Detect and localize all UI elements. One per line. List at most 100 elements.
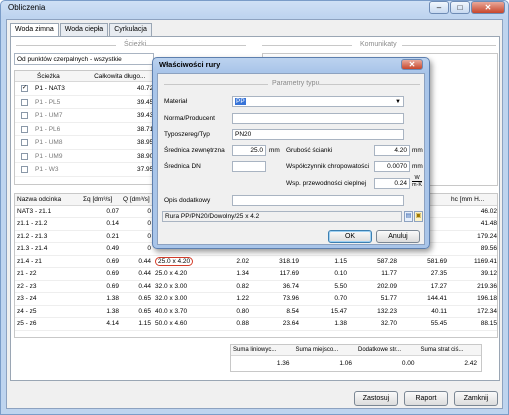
report-button[interactable]: Raport — [404, 391, 448, 406]
catalog-icon[interactable]: ▤ — [404, 211, 413, 222]
path-name: P1 - NAT3 — [35, 85, 65, 92]
segment-cell: 0.65 — [121, 292, 153, 306]
segment-row[interactable]: z5 - z6 4.14 1.15 50.0 x 4.60 0.88 23.64 1.38 3… — [15, 317, 497, 331]
path-row[interactable]: P1 - PL5 39.45 — [15, 96, 154, 109]
paths-filter-dropdown[interactable]: Od punktów czerpalnych - wszystkie — [14, 53, 154, 65]
path-length: 38.90 — [137, 152, 154, 160]
path-length: 39.45 — [137, 98, 154, 106]
dialog-close-button[interactable]: ✕ — [401, 59, 423, 70]
path-length: 40.72 — [137, 85, 154, 92]
thermal-conductivity-unit: W m·K — [412, 175, 423, 188]
thermal-unit-denominator: m·K — [412, 182, 423, 188]
segment-cell: z1 - z2 — [15, 267, 81, 281]
highlighted-dimension: 25.0 x 4.20 — [155, 256, 194, 266]
cancel-button[interactable]: Anuluj — [376, 230, 420, 243]
segment-cell: 27.35 — [399, 267, 449, 281]
tab-strip: Woda zimna Woda ciepła Cyrkulacja — [10, 23, 152, 37]
outer-diameter-field[interactable]: 25.0 — [232, 145, 266, 156]
material-dropdown[interactable]: PP ▼ — [232, 96, 404, 107]
segment-cell: 581.69 — [399, 255, 449, 268]
dialog-client: Parametry typu Materiał PP ▼ Norma/Produ… — [157, 73, 425, 245]
paths-col-name[interactable]: Ścieżka — [15, 71, 84, 81]
segment-cell: 25.0 x 4.20 — [153, 255, 207, 268]
ok-button[interactable]: OK — [328, 230, 372, 243]
dn-field[interactable] — [232, 161, 266, 172]
roughness-field[interactable]: 0.0070 — [374, 161, 410, 172]
summary-value: 0.00 — [401, 360, 415, 367]
path-row[interactable]: P1 - PL6 38.71 — [15, 123, 154, 136]
segment-cell: 0.44 — [121, 280, 153, 293]
path-checkbox[interactable] — [21, 98, 28, 106]
segment-cell: 36.74 — [251, 280, 301, 293]
segments-col-header[interactable]: Nazwa odcinka — [15, 194, 81, 206]
segment-cell: 23.64 — [251, 317, 301, 331]
summary-col-header: Suma liniowyc... — [233, 347, 277, 353]
segment-cell: 0 — [121, 242, 153, 256]
path-checkbox[interactable] — [21, 125, 28, 133]
path-length: 38.71 — [137, 125, 154, 133]
maximize-button[interactable]: □ — [450, 1, 470, 14]
outer-diameter-unit: mm — [269, 147, 280, 154]
producer-field[interactable] — [232, 113, 404, 124]
extra-description-field[interactable] — [232, 195, 404, 206]
segment-cell: z4 - z5 — [15, 305, 81, 318]
segment-cell: 40.0 x 3.70 — [153, 305, 207, 318]
divider — [318, 84, 420, 85]
segment-cell: 0.69 — [81, 280, 121, 293]
path-row[interactable]: P1 - UM8 38.95 — [15, 136, 153, 150]
divider — [164, 84, 268, 85]
segment-cell: 117.69 — [251, 267, 301, 281]
path-checkbox[interactable] — [21, 152, 28, 160]
path-row[interactable]: P1 - UM9 38.90 — [15, 150, 154, 163]
paths-col-length[interactable]: Całkowita długo... — [84, 71, 153, 81]
segment-cell: 25.0 x 4.20 — [153, 267, 207, 281]
segment-cell: 0.82 — [207, 280, 251, 293]
segment-cell: 5.50 — [301, 280, 349, 293]
close-window-button[interactable]: Zamknij — [454, 391, 498, 406]
path-checkbox[interactable] — [21, 166, 28, 173]
segment-row[interactable]: z4 - z5 1.38 0.65 40.0 x 3.70 0.80 8.54 15.47 1… — [15, 305, 497, 318]
segments-col-header[interactable]: hc [mm H... — [449, 194, 497, 206]
path-row[interactable]: ✓ P1 - NAT3 40.72 — [15, 82, 153, 96]
path-checkbox[interactable] — [21, 139, 28, 146]
segment-row[interactable]: z3 - z4 1.38 0.65 32.0 x 3.00 1.22 73.96 0.70 5… — [15, 292, 497, 306]
lock-icon[interactable]: ▣ — [414, 211, 423, 222]
segment-row[interactable]: z1 - z2 0.69 0.44 25.0 x 4.20 1.34 117.69 0.10… — [15, 267, 497, 281]
segment-cell: z1.3 - z1.4 — [15, 242, 81, 256]
segment-cell: 17.27 — [399, 280, 449, 293]
segment-cell: 0.88 — [207, 317, 251, 331]
minimize-button[interactable]: – — [429, 1, 449, 14]
segment-row[interactable]: z2 - z3 0.69 0.44 32.0 x 3.00 0.82 36.74 5.50 2… — [15, 280, 497, 293]
segment-cell: z1.4 - z1 — [15, 255, 81, 268]
segment-cell: z1.2 - z1.3 — [15, 230, 81, 243]
wall-thickness-field[interactable]: 4.20 — [374, 145, 410, 156]
divider — [16, 45, 116, 46]
segment-cell: 1.38 — [301, 317, 349, 331]
path-checkbox[interactable] — [21, 112, 28, 119]
path-checkbox[interactable]: ✓ — [21, 85, 28, 92]
segment-cell: 46.02 — [449, 205, 497, 218]
apply-button[interactable]: Zastosuj — [354, 391, 398, 406]
thermal-conductivity-field[interactable]: 0.24 — [374, 178, 410, 189]
segment-cell: 1.38 — [81, 292, 121, 306]
path-row[interactable]: P1 - UM7 39.43 — [15, 109, 153, 123]
tab-hot-water[interactable]: Woda ciepła — [59, 23, 109, 36]
path-row[interactable]: P1 - W3 37.95 — [15, 163, 153, 177]
segment-cell: NAT3 - z1.1 — [15, 205, 81, 218]
segments-col-header[interactable]: Σq [dm³/s] — [81, 194, 121, 206]
tab-cold-water[interactable]: Woda zimna — [10, 23, 59, 37]
outer-diameter-label: Średnica zewnętrzna — [164, 147, 225, 154]
segment-cell: 0.07 — [81, 205, 121, 218]
summary-value: 2.42 — [464, 360, 477, 367]
close-button[interactable]: ✕ — [471, 1, 505, 14]
thermal-unit-numerator: W — [412, 175, 423, 182]
segment-cell: z5 - z6 — [15, 317, 81, 331]
segment-cell: 1.15 — [301, 255, 349, 268]
path-length: 38.95 — [137, 139, 154, 146]
pipe-properties-dialog: Właściwości rury ✕ Parametry typu Materi… — [152, 57, 430, 249]
segment-row[interactable]: z1.4 - z1 0.69 0.44 25.0 x 4.20 2.02 318.19 1.… — [15, 255, 497, 268]
segments-col-header[interactable]: Q [dm³/s] — [121, 194, 153, 206]
roughness-unit: mm — [412, 163, 423, 170]
tab-circulation[interactable]: Cyrkulacja — [109, 23, 152, 36]
type-field[interactable]: PN20 — [232, 129, 404, 140]
